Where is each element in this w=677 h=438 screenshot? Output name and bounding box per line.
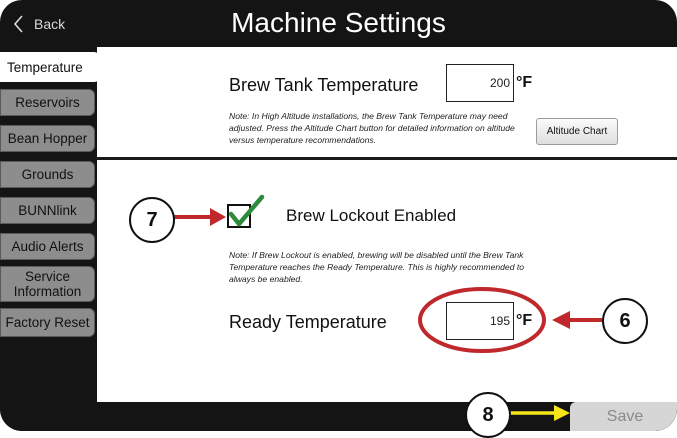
arrow-to-save-button	[510, 405, 570, 421]
callout-8: 8	[465, 392, 511, 438]
arrow-to-ready-field	[552, 311, 602, 329]
callout-7: 7	[129, 197, 175, 243]
checkmark-icon	[228, 194, 265, 227]
tab-temperature[interactable]: Temperature	[0, 52, 100, 82]
highlight-ellipse	[418, 287, 546, 353]
arrow-to-checkbox	[174, 208, 226, 226]
callout-6: 6	[602, 298, 648, 344]
annotation-overlay	[174, 194, 602, 421]
